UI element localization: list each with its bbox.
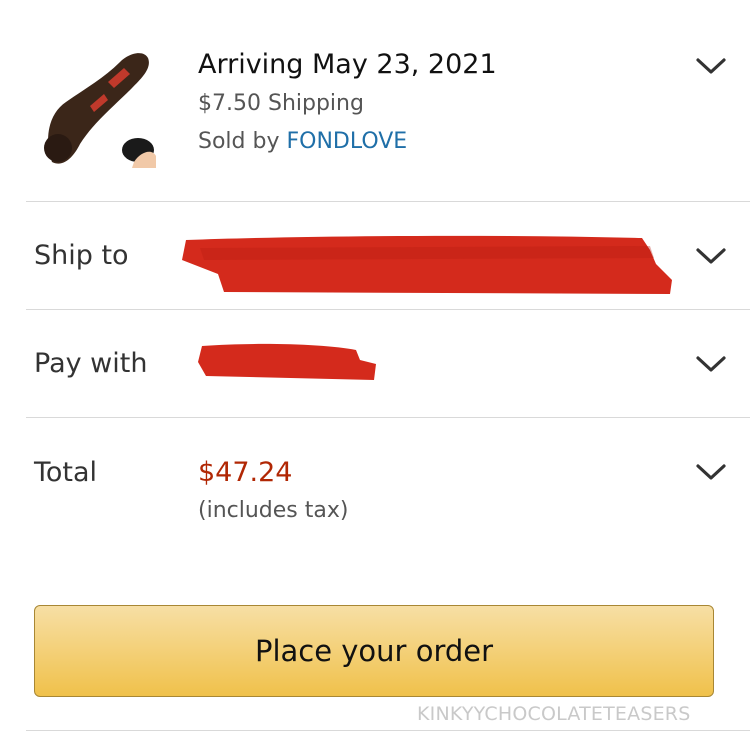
redaction-mark	[198, 343, 376, 380]
watermark: KINKYYCHOCOLATETEASERS	[417, 703, 691, 725]
divider	[26, 730, 750, 731]
chevron-down-icon[interactable]	[694, 55, 728, 77]
sold-by: Sold by FONDLOVE	[198, 129, 407, 154]
seller-link[interactable]: FONDLOVE	[286, 129, 407, 154]
chevron-down-icon[interactable]	[694, 461, 728, 483]
divider	[26, 417, 750, 418]
ship-to-label: Ship to	[34, 240, 129, 271]
shipping-cost: $7.50 Shipping	[198, 91, 364, 116]
divider	[26, 201, 750, 202]
chevron-down-icon[interactable]	[694, 353, 728, 375]
product-thumbnail[interactable]	[34, 44, 156, 168]
divider	[26, 309, 750, 310]
sold-by-label: Sold by	[198, 129, 287, 154]
tax-note: (includes tax)	[198, 498, 349, 523]
arrival-date: Arriving May 23, 2021	[198, 49, 497, 80]
redaction-mark	[182, 235, 672, 294]
total-label: Total	[34, 457, 98, 488]
order-total: $47.24	[198, 457, 293, 488]
pay-with-label: Pay with	[34, 348, 148, 379]
place-order-button[interactable]: Place your order	[34, 605, 714, 697]
chevron-down-icon[interactable]	[694, 245, 728, 267]
